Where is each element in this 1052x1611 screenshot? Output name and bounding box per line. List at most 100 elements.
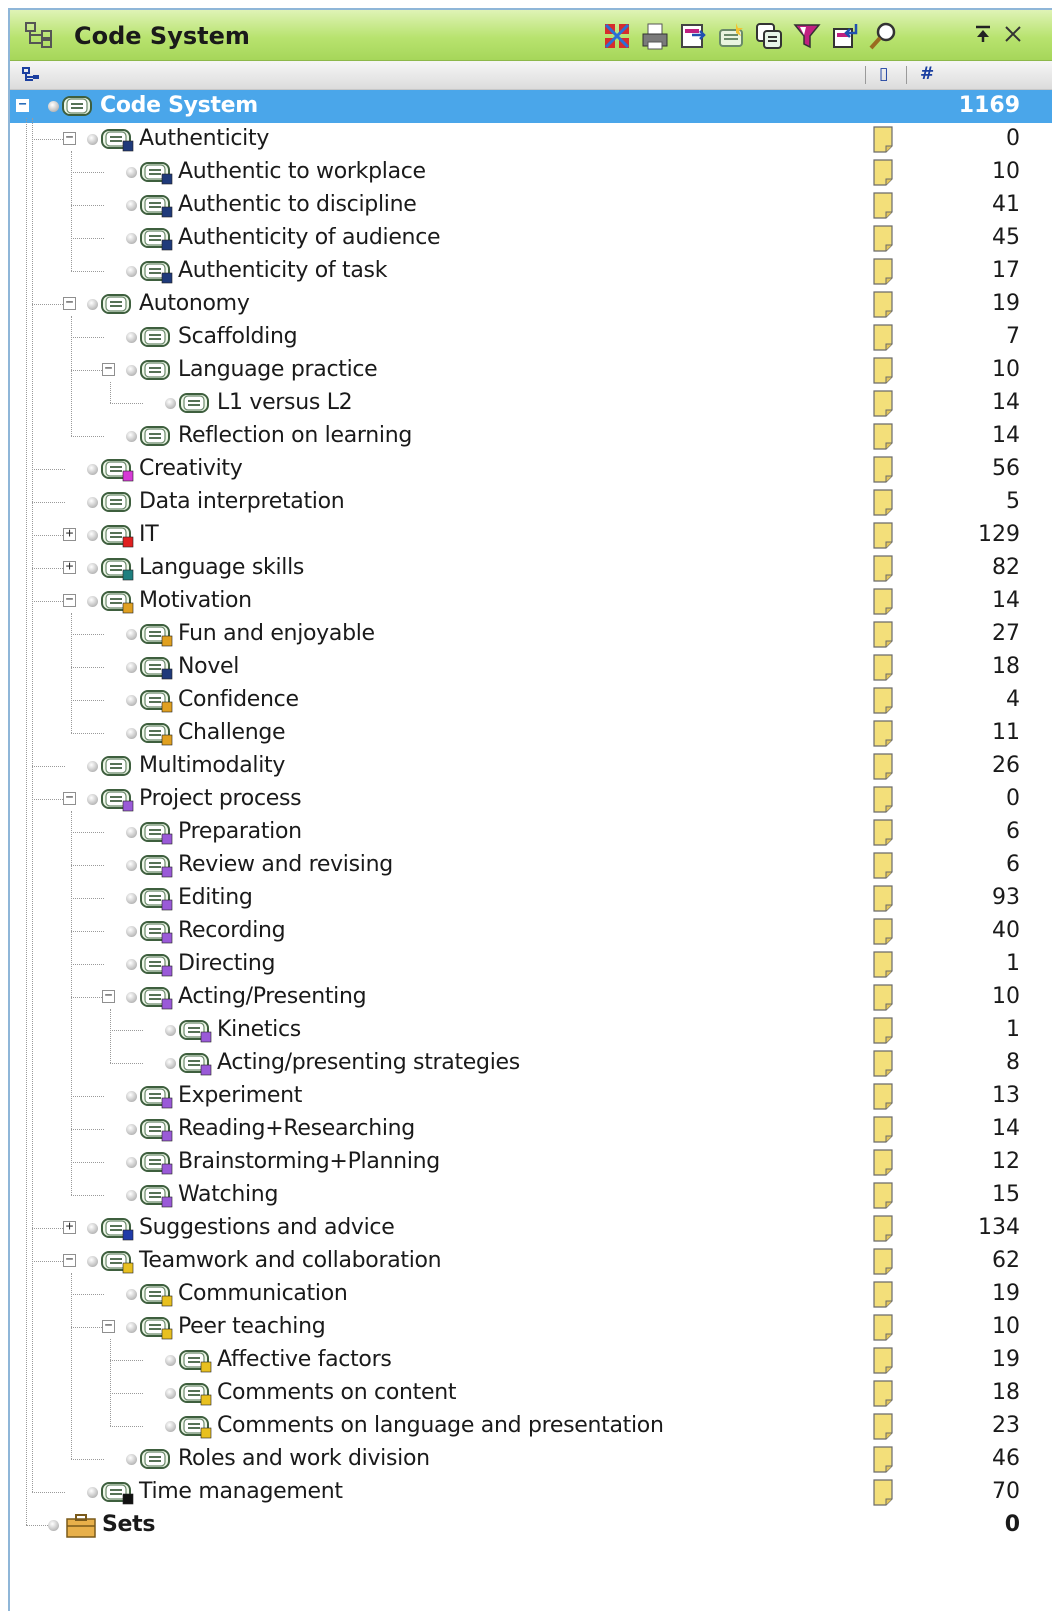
code-tree-row[interactable]: Affective factors 19	[10, 1344, 1052, 1377]
code-tree-row[interactable]: Recording 40	[10, 915, 1052, 948]
code-tree-row[interactable]: Acting/presenting strategies 8	[10, 1047, 1052, 1080]
print-icon[interactable]	[640, 21, 670, 51]
memo-icon[interactable]	[872, 1050, 894, 1077]
code-tree-row[interactable]: Communication 19	[10, 1278, 1052, 1311]
search-icon[interactable]	[868, 21, 898, 51]
code-tree-row[interactable]: Experiment 13	[10, 1080, 1052, 1113]
memo-icon[interactable]	[872, 885, 894, 912]
memo-icon[interactable]	[872, 1446, 894, 1473]
memo-icon[interactable]	[872, 753, 894, 780]
export-icon[interactable]	[678, 21, 708, 51]
sets-row[interactable]: Sets 0	[10, 1509, 1052, 1542]
code-tree-row[interactable]: Brainstorming+Planning 12	[10, 1146, 1052, 1179]
memo-icon[interactable]	[872, 1116, 894, 1143]
memo-icon[interactable]	[872, 456, 894, 483]
memo-icon[interactable]	[872, 621, 894, 648]
column-separator[interactable]	[865, 66, 866, 84]
memo-icon[interactable]	[872, 1017, 894, 1044]
memo-icon[interactable]	[872, 918, 894, 945]
memo-icon[interactable]	[872, 522, 894, 549]
pin-icon[interactable]	[972, 23, 994, 45]
expand-icon[interactable]: +	[63, 527, 76, 541]
code-tree-row[interactable]: Creativity 56	[10, 453, 1052, 486]
collapse-icon[interactable]: −	[63, 296, 76, 310]
collapse-icon[interactable]: −	[63, 131, 76, 145]
code-tree-row[interactable]: Fun and enjoyable 27	[10, 618, 1052, 651]
code-tree-row[interactable]: Reading+Researching 14	[10, 1113, 1052, 1146]
memo-icon[interactable]	[872, 192, 894, 219]
memo-icon[interactable]	[872, 1149, 894, 1176]
memo-icon[interactable]	[872, 1248, 894, 1275]
collapse-icon[interactable]: −	[63, 791, 76, 805]
expand-icon[interactable]: +	[63, 1220, 76, 1234]
code-tree-row[interactable]: − Motivation 14	[10, 585, 1052, 618]
memo-icon[interactable]	[872, 126, 894, 153]
code-tree-row[interactable]: Comments on content 18	[10, 1377, 1052, 1410]
code-tree-row[interactable]: − Acting/Presenting 10	[10, 981, 1052, 1014]
collapse-icon[interactable]: −	[63, 1253, 76, 1267]
code-tree-row[interactable]: Watching 15	[10, 1179, 1052, 1212]
memo-icon[interactable]	[872, 1314, 894, 1341]
collapse-icon[interactable]: −	[102, 362, 115, 376]
memo-icon[interactable]	[872, 291, 894, 318]
memo-column-header[interactable]: ▯	[879, 64, 888, 84]
code-tree-row[interactable]: − Authenticity 0	[10, 123, 1052, 156]
memo-icon[interactable]	[872, 390, 894, 417]
memo-icon[interactable]	[872, 555, 894, 582]
code-tree-row[interactable]: − Autonomy 19	[10, 288, 1052, 321]
code-tree-row[interactable]: Reflection on learning 14	[10, 420, 1052, 453]
memo-icon[interactable]	[872, 1380, 894, 1407]
code-tree-row[interactable]: − Project process 0	[10, 783, 1052, 816]
import-icon[interactable]	[830, 21, 860, 51]
code-tree-row[interactable]: Multimodality 26	[10, 750, 1052, 783]
code-tree-row[interactable]: − Peer teaching 10	[10, 1311, 1052, 1344]
code-tree-row[interactable]: Kinetics 1	[10, 1014, 1052, 1047]
code-tree-row[interactable]: Roles and work division 46	[10, 1443, 1052, 1476]
code-tree-row[interactable]: − Teamwork and collaboration 62	[10, 1245, 1052, 1278]
code-tree-row[interactable]: Scaffolding 7	[10, 321, 1052, 354]
memo-icon[interactable]	[872, 654, 894, 681]
memo-icon[interactable]	[872, 1479, 894, 1506]
expand-icon[interactable]: +	[63, 560, 76, 574]
memo-icon[interactable]	[872, 324, 894, 351]
tree-header-icon[interactable]	[22, 67, 40, 83]
memo-icon[interactable]	[872, 588, 894, 615]
code-tree-row[interactable]: Directing 1	[10, 948, 1052, 981]
code-tree-row[interactable]: Preparation 6	[10, 816, 1052, 849]
code-tree-row[interactable]: − Language practice 10	[10, 354, 1052, 387]
memo-icon[interactable]	[872, 687, 894, 714]
code-tree-row[interactable]: Data interpretation 5	[10, 486, 1052, 519]
code-tree-row[interactable]: Review and revising 6	[10, 849, 1052, 882]
collapse-icon[interactable]: −	[102, 1319, 115, 1333]
code-tree-row[interactable]: Comments on language and presentation 23	[10, 1410, 1052, 1443]
memo-icon[interactable]	[872, 423, 894, 450]
code-tree-row[interactable]: + Language skills 82	[10, 552, 1052, 585]
memo-icon[interactable]	[872, 1083, 894, 1110]
count-column-header[interactable]: #	[920, 64, 934, 84]
code-tree-row[interactable]: L1 versus L2 14	[10, 387, 1052, 420]
code-tree-row[interactable]: Challenge 11	[10, 717, 1052, 750]
close-icon[interactable]	[1002, 23, 1024, 45]
code-tree-row[interactable]: Authentic to discipline 41	[10, 189, 1052, 222]
code-tree-root[interactable]: − Code System 1169	[10, 90, 1052, 123]
code-tree-row[interactable]: + IT 129	[10, 519, 1052, 552]
memo-icon[interactable]	[872, 819, 894, 846]
code-tree-row[interactable]: Editing 93	[10, 882, 1052, 915]
memo-icon[interactable]	[872, 1182, 894, 1209]
code-tree-row[interactable]: Time management 70	[10, 1476, 1052, 1509]
memo-icon[interactable]	[872, 852, 894, 879]
memo-icon[interactable]	[872, 984, 894, 1011]
code-tree-row[interactable]: Authenticity of audience 45	[10, 222, 1052, 255]
code-tree-row[interactable]: Confidence 4	[10, 684, 1052, 717]
memo-icon[interactable]	[872, 225, 894, 252]
collapse-icon[interactable]: −	[102, 989, 115, 1003]
memo-icon[interactable]	[872, 357, 894, 384]
activate-all-icon[interactable]	[602, 21, 632, 51]
memo-icon[interactable]	[872, 786, 894, 813]
new-code-icon[interactable]	[716, 21, 746, 51]
collapse-icon[interactable]: −	[16, 98, 29, 112]
memo-icon[interactable]	[872, 1215, 894, 1242]
code-tree-row[interactable]: + Suggestions and advice 134	[10, 1212, 1052, 1245]
memo-icon[interactable]	[872, 258, 894, 285]
memo-icon[interactable]	[872, 489, 894, 516]
